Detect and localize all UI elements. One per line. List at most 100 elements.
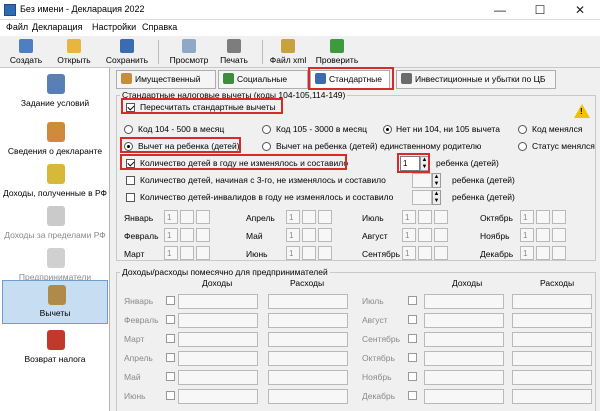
code-105-radio[interactable] — [262, 125, 271, 134]
business-income-input[interactable] — [178, 332, 258, 347]
business-income-input[interactable] — [178, 389, 258, 404]
month-kids-input[interactable] — [536, 246, 550, 260]
business-month-checkbox[interactable] — [408, 372, 417, 381]
month-kids-input[interactable] — [418, 228, 432, 242]
business-expense-input[interactable] — [268, 389, 348, 404]
month-kids-input[interactable] — [418, 246, 432, 260]
open-button[interactable]: Открыть — [52, 38, 96, 66]
month-kids-input[interactable]: 1 — [164, 246, 178, 260]
month-kids-input[interactable] — [434, 246, 448, 260]
business-month-checkbox[interactable] — [166, 391, 175, 400]
preview-button[interactable]: Просмотр — [164, 38, 214, 66]
month-kids-input[interactable]: 1 — [164, 210, 178, 224]
business-income-input[interactable] — [424, 389, 504, 404]
business-month-checkbox[interactable] — [408, 296, 417, 305]
business-expense-input[interactable] — [512, 332, 592, 347]
business-income-input[interactable] — [424, 332, 504, 347]
month-kids-input[interactable] — [552, 246, 566, 260]
code-104-radio[interactable] — [124, 125, 133, 134]
month-kids-input[interactable] — [196, 246, 210, 260]
save-button[interactable]: Сохранить — [102, 38, 152, 66]
business-month-checkbox[interactable] — [166, 334, 175, 343]
month-kids-input[interactable] — [180, 228, 194, 242]
month-kids-input[interactable]: 1 — [286, 228, 300, 242]
business-income-input[interactable] — [178, 294, 258, 309]
business-income-input[interactable] — [424, 370, 504, 385]
maximize-button[interactable]: ☐ — [520, 0, 560, 20]
month-kids-input[interactable]: 1 — [520, 228, 534, 242]
kids-third-input[interactable] — [412, 173, 432, 188]
business-month-checkbox[interactable] — [408, 391, 417, 400]
month-kids-input[interactable] — [536, 210, 550, 224]
month-kids-input[interactable]: 1 — [402, 246, 416, 260]
business-month-checkbox[interactable] — [408, 334, 417, 343]
status-changed-radio[interactable] — [518, 142, 527, 151]
business-expense-input[interactable] — [268, 294, 348, 309]
kids-disabled-input[interactable] — [412, 190, 432, 205]
kids-disabled-checkbox[interactable] — [126, 193, 135, 202]
business-month-checkbox[interactable] — [166, 353, 175, 362]
business-month-checkbox[interactable] — [408, 315, 417, 324]
menu-declaration[interactable]: Декларация — [32, 22, 82, 32]
month-kids-input[interactable]: 1 — [286, 210, 300, 224]
month-kids-input[interactable]: 1 — [520, 210, 534, 224]
month-kids-input[interactable] — [302, 246, 316, 260]
menu-help[interactable]: Справка — [142, 22, 177, 32]
code-changed-radio[interactable] — [518, 125, 527, 134]
menu-settings[interactable]: Настройки — [92, 22, 136, 32]
check-button[interactable]: Проверить — [312, 38, 362, 66]
business-income-input[interactable] — [424, 351, 504, 366]
business-expense-input[interactable] — [268, 313, 348, 328]
tab-investment[interactable]: Инвестиционные и убытки по ЦБ — [396, 70, 556, 89]
month-kids-input[interactable]: 1 — [164, 228, 178, 242]
month-kids-input[interactable] — [196, 228, 210, 242]
month-kids-input[interactable] — [302, 210, 316, 224]
business-income-input[interactable] — [178, 313, 258, 328]
month-kids-input[interactable] — [434, 210, 448, 224]
month-kids-input[interactable] — [552, 210, 566, 224]
month-kids-input[interactable] — [318, 228, 332, 242]
business-month-checkbox[interactable] — [166, 296, 175, 305]
month-kids-input[interactable] — [318, 210, 332, 224]
sidebar-item-refund[interactable]: Возврат налога — [2, 326, 108, 376]
business-expense-input[interactable] — [512, 313, 592, 328]
business-expense-input[interactable] — [512, 294, 592, 309]
tab-property[interactable]: Имущественный — [116, 70, 216, 89]
business-income-input[interactable] — [178, 351, 258, 366]
business-expense-input[interactable] — [512, 389, 592, 404]
business-expense-input[interactable] — [268, 370, 348, 385]
month-kids-input[interactable] — [418, 210, 432, 224]
no-code-radio[interactable] — [383, 125, 392, 134]
business-expense-input[interactable] — [268, 332, 348, 347]
business-income-input[interactable] — [424, 313, 504, 328]
month-kids-input[interactable]: 1 — [402, 228, 416, 242]
month-kids-input[interactable] — [536, 228, 550, 242]
month-kids-input[interactable] — [180, 246, 194, 260]
business-income-input[interactable] — [178, 370, 258, 385]
new-button[interactable]: Создать — [6, 38, 46, 66]
kids-third-checkbox[interactable] — [126, 176, 135, 185]
month-kids-input[interactable] — [196, 210, 210, 224]
business-expense-input[interactable] — [512, 351, 592, 366]
sidebar-item-deductions[interactable]: Вычеты — [2, 280, 108, 324]
business-income-input[interactable] — [424, 294, 504, 309]
kids-disabled-stepper[interactable]: ▲ ▼ — [432, 190, 441, 205]
month-kids-input[interactable] — [180, 210, 194, 224]
sidebar-item-conditions[interactable]: Задание условий — [2, 70, 108, 120]
single-parent-radio[interactable] — [262, 142, 271, 151]
menu-file[interactable]: Файл — [6, 22, 28, 32]
tab-social[interactable]: Социальные — [218, 70, 308, 89]
month-kids-input[interactable] — [552, 228, 566, 242]
minimize-button[interactable]: — — [480, 0, 520, 20]
month-kids-input[interactable]: 1 — [286, 246, 300, 260]
month-kids-input[interactable]: 1 — [520, 246, 534, 260]
close-button[interactable]: ✕ — [560, 0, 600, 20]
business-month-checkbox[interactable] — [408, 353, 417, 362]
business-month-checkbox[interactable] — [166, 315, 175, 324]
month-kids-input[interactable] — [318, 246, 332, 260]
print-button[interactable]: Печать — [214, 38, 254, 66]
month-kids-input[interactable] — [302, 228, 316, 242]
business-expense-input[interactable] — [512, 370, 592, 385]
month-kids-input[interactable]: 1 — [402, 210, 416, 224]
business-expense-input[interactable] — [268, 351, 348, 366]
